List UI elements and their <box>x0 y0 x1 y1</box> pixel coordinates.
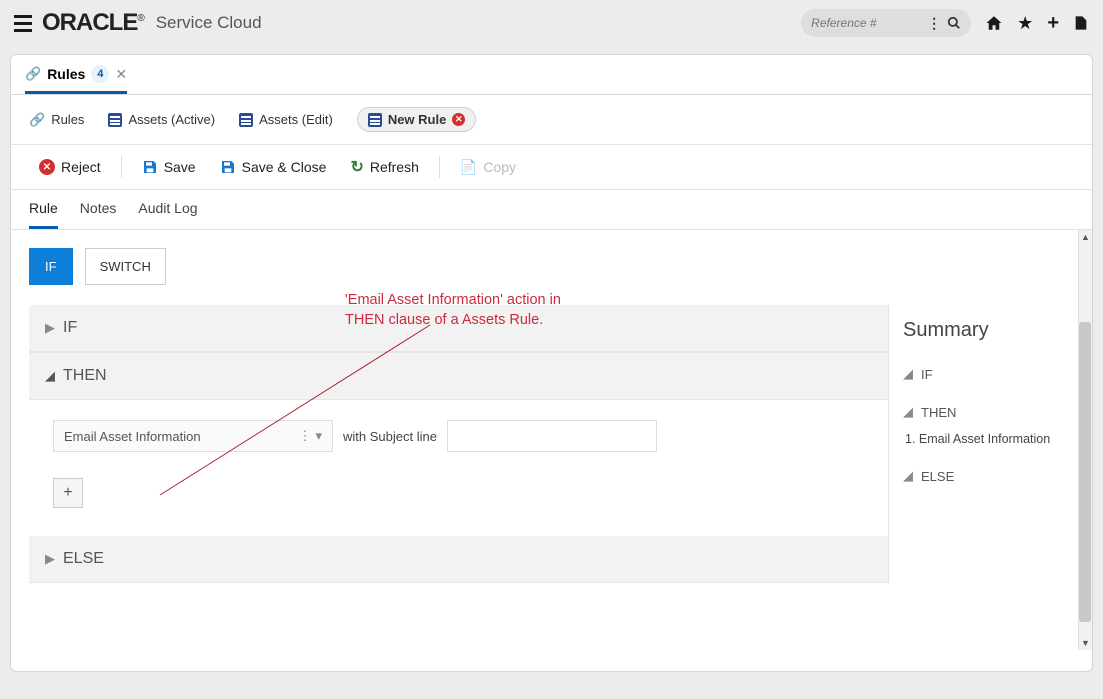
tab-notes[interactable]: Notes <box>80 200 117 229</box>
product-name: Service Cloud <box>156 13 262 33</box>
chevron-down-icon: ▾ <box>315 428 322 444</box>
main-tab-title: Rules <box>47 66 85 82</box>
if-label: IF <box>63 319 77 337</box>
header-left: ORACLE® Service Cloud <box>14 9 262 37</box>
refresh-icon: ↻ <box>350 157 363 177</box>
plus-icon[interactable]: + <box>1047 12 1059 35</box>
grid-icon <box>239 113 253 127</box>
save-close-label: Save & Close <box>242 159 327 175</box>
copy-label: Copy <box>483 159 516 175</box>
link-icon: 🔗 <box>29 112 45 128</box>
triangle-icon: ◢ <box>903 366 913 382</box>
then-body: Email Asset Information ⋮ ▾ with Subject… <box>29 400 888 528</box>
header-right: ⋮ ★ + <box>801 9 1089 37</box>
main-tab-rules[interactable]: 🔗 Rules 4 ✕ <box>25 65 127 94</box>
breadcrumb-new-rule[interactable]: New Rule ✕ <box>357 107 477 132</box>
scroll-thumb[interactable] <box>1079 322 1091 622</box>
triangle-icon: ◢ <box>903 404 913 420</box>
app-header: ORACLE® Service Cloud ⋮ ★ + <box>0 0 1103 46</box>
breadcrumb-label: New Rule <box>388 112 447 127</box>
refresh-label: Refresh <box>370 159 419 175</box>
action-name: Email Asset Information <box>64 429 201 444</box>
breadcrumb-label: Assets (Active) <box>128 112 215 127</box>
dropdown-handle[interactable]: ⋮ ▾ <box>298 428 322 444</box>
reject-icon: ✕ <box>39 159 55 175</box>
close-tab-icon[interactable]: ✕ <box>452 113 465 126</box>
save-close-icon <box>220 159 236 175</box>
breadcrumb-rules[interactable]: 🔗 Rules <box>29 112 84 128</box>
breadcrumb-label: Assets (Edit) <box>259 112 333 127</box>
else-section-header[interactable]: ▶ ELSE <box>29 536 888 583</box>
breadcrumb-assets-active[interactable]: Assets (Active) <box>108 112 215 127</box>
action-row: Email Asset Information ⋮ ▾ with Subject… <box>53 420 864 452</box>
home-icon[interactable] <box>985 14 1003 32</box>
then-section-header[interactable]: ◢ THEN <box>29 352 888 400</box>
subject-label: with Subject line <box>343 429 437 444</box>
menu-icon[interactable] <box>14 15 32 32</box>
triangle-icon: ◢ <box>903 468 913 484</box>
separator <box>439 156 440 178</box>
scroll-up-icon[interactable]: ▲ <box>1079 230 1092 244</box>
subject-input[interactable] <box>447 420 657 452</box>
summary-panel: Summary ◢ IF ◢ THEN 1. Email Asset Infor… <box>888 305 1074 583</box>
editor-split: ▶ IF ◢ THEN Email Asset Information ⋮ ▾ <box>29 305 1074 583</box>
action-toolbar: ✕ Reject Save Save & Close ↻ Refresh 📄 C… <box>11 145 1092 190</box>
tag-icon[interactable] <box>1073 14 1089 32</box>
search-icon[interactable] <box>947 16 961 30</box>
save-label: Save <box>164 159 196 175</box>
grid-icon <box>368 113 382 127</box>
rule-clauses: ▶ IF ◢ THEN Email Asset Information ⋮ ▾ <box>29 305 888 583</box>
chevron-down-icon: ◢ <box>45 368 55 384</box>
tab-audit-log[interactable]: Audit Log <box>138 200 197 229</box>
grid-icon <box>108 113 122 127</box>
reject-label: Reject <box>61 159 101 175</box>
search-box[interactable]: ⋮ <box>801 9 971 37</box>
add-action-button[interactable]: + <box>53 478 83 508</box>
star-icon[interactable]: ★ <box>1017 13 1033 34</box>
breadcrumb-assets-edit[interactable]: Assets (Edit) <box>239 112 333 127</box>
reject-button[interactable]: ✕ Reject <box>29 155 111 179</box>
vertical-scrollbar[interactable]: ▲ ▼ <box>1078 230 1092 650</box>
copy-button: 📄 Copy <box>450 155 526 180</box>
chevron-right-icon: ▶ <box>45 551 55 567</box>
tab-rule[interactable]: Rule <box>29 200 58 229</box>
rule-editor: IF SWITCH ▶ IF ◢ THEN Email Asset Inform… <box>11 230 1092 650</box>
action-dropdown[interactable]: Email Asset Information ⋮ ▾ <box>53 420 333 452</box>
switch-button[interactable]: SWITCH <box>85 248 166 285</box>
drag-icon: ⋮ <box>298 428 311 444</box>
save-button[interactable]: Save <box>132 155 206 179</box>
scroll-down-icon[interactable]: ▼ <box>1079 636 1092 650</box>
main-content: 🔗 Rules 4 ✕ 🔗 Rules Assets (Active) Asse… <box>10 54 1093 672</box>
oracle-logo: ORACLE® <box>42 9 144 37</box>
separator <box>121 156 122 178</box>
search-more-icon[interactable]: ⋮ <box>927 15 941 32</box>
close-icon[interactable]: ✕ <box>115 66 127 83</box>
summary-else[interactable]: ◢ ELSE <box>903 468 1060 484</box>
search-input[interactable] <box>811 16 921 30</box>
summary-title: Summary <box>903 319 1060 342</box>
breadcrumb-label: Rules <box>51 112 84 127</box>
editor-tabs: Rule Notes Audit Log <box>11 190 1092 230</box>
summary-then-label: THEN <box>921 405 956 420</box>
else-label: ELSE <box>63 550 104 568</box>
copy-icon: 📄 <box>460 159 477 176</box>
summary-action-item[interactable]: 1. Email Asset Information <box>905 432 1060 446</box>
chevron-right-icon: ▶ <box>45 320 55 336</box>
then-label: THEN <box>63 367 107 385</box>
rule-type-selector: IF SWITCH <box>29 248 1092 285</box>
breadcrumb-tabs: 🔗 Rules Assets (Active) Assets (Edit) Ne… <box>11 95 1092 145</box>
link-icon: 🔗 <box>25 66 41 82</box>
refresh-button[interactable]: ↻ Refresh <box>340 153 428 181</box>
tab-count-badge: 4 <box>91 65 109 83</box>
summary-then[interactable]: ◢ THEN <box>903 404 1060 420</box>
if-button[interactable]: IF <box>29 248 73 285</box>
save-close-button[interactable]: Save & Close <box>210 155 337 179</box>
summary-if-label: IF <box>921 367 933 382</box>
save-icon <box>142 159 158 175</box>
summary-else-label: ELSE <box>921 469 954 484</box>
summary-if[interactable]: ◢ IF <box>903 366 1060 382</box>
main-tab-bar: 🔗 Rules 4 ✕ <box>11 55 1092 95</box>
if-section-header[interactable]: ▶ IF <box>29 305 888 352</box>
